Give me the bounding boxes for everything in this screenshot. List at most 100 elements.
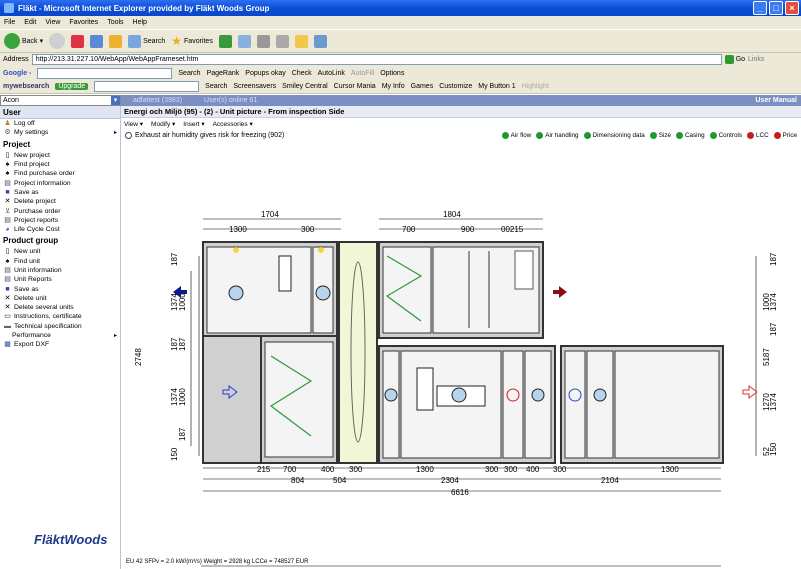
floppy-icon: ■ [5,285,10,293]
mail-button[interactable] [237,34,251,48]
menu-bar: File Edit View Favorites Tools Help [0,16,801,29]
sidebar-item-delete-unit[interactable]: ✕ Delete unit [0,294,120,303]
sidebar-header-user: User [0,106,120,119]
upgrade-button[interactable]: Upgrade [55,83,89,90]
window-titlebar: Fläkt - Microsoft Internet Explorer prov… [0,0,801,16]
google-search-input[interactable] [37,67,173,79]
submenu-arrow-icon: ▸ [113,130,117,137]
go-button[interactable]: Go [724,55,745,64]
address-label: Address [3,56,29,63]
report-icon: ▤ [4,276,11,284]
sidebar-item-new-project[interactable]: ▯ New project [0,151,120,160]
ws-customize[interactable]: Customize [439,83,472,90]
company-select[interactable]: Acon [0,95,121,106]
ws-games[interactable]: Games [411,83,434,90]
sidebar-item-project-reports[interactable]: ▤ Project reports [0,216,120,225]
ws-my-button[interactable]: My Button 1 [478,83,515,90]
autofill-button[interactable]: AutoFill [351,70,374,77]
menu-edit[interactable]: Edit [24,19,36,26]
sidebar-item-purchase-order[interactable]: ⊻ Purchase order [0,206,120,215]
printer-icon: ▬ [4,322,11,330]
messenger-button[interactable] [313,34,327,48]
dim-bottom-10: 1300 [661,465,679,474]
back-button[interactable]: Back ▾ [4,33,43,49]
ws-search[interactable]: Search [205,83,227,90]
extract-arrow-icon [553,286,567,298]
address-input[interactable]: http://213.31.227.10/WebApp/WebAppFrames… [31,54,722,65]
settings-icon: ⚙ [4,129,11,137]
sidebar-item-project-information[interactable]: ▤ Project information [0,178,120,187]
dim-bottom-8: 400 [526,465,540,474]
dim-bottom-total: 6616 [451,488,469,497]
search-button[interactable]: Search [128,34,165,48]
options-button[interactable]: Options [380,70,404,77]
google-toolbar: Google - Search PageRank Popups okay Che… [0,66,801,80]
ws-smiley-central[interactable]: Smiley Central [282,83,328,90]
sidebar-item-performance[interactable]: Performance ▸ [0,331,120,340]
unit-summary: EU 42 SFPv = 2.0 kW/(m³/s) Weight = 2928… [126,559,309,565]
menu-view[interactable]: View [45,19,60,26]
pagerank-label: PageRank [206,69,240,77]
minimize-button[interactable]: _ [753,1,767,15]
sidebar-item-delete-project[interactable]: ✕ Delete project [0,197,120,206]
sidebar-item-instructions[interactable]: ▭ Instructions, certificate [0,312,120,321]
sidebar-item-export-dxf[interactable]: ▦ Export DXF [0,340,120,349]
delete-x-icon: ✕ [4,294,11,302]
sidebar-item-technical-specification[interactable]: ▬ Technical specification [0,322,120,331]
websearch-input[interactable] [94,81,200,92]
print-button[interactable] [256,34,270,48]
menu-tools[interactable]: Tools [107,19,123,26]
dim-right-7: 1374 [769,393,778,411]
sidebar-item-new-unit[interactable]: ▯ New unit [0,247,120,256]
ws-screensavers[interactable]: Screensavers [233,83,276,90]
sidebar-item-find-unit[interactable]: ♠ Find unit [0,257,120,266]
sidebar-item-find-project[interactable]: ♠ Find project [0,160,120,169]
maximize-button[interactable]: □ [769,1,783,15]
ws-cursor-mania[interactable]: Cursor Mania [334,83,376,90]
menu-file[interactable]: File [4,19,15,26]
lcc-icon: ◕ [5,226,10,234]
sidebar-item-delete-several-units[interactable]: ✕ Delete several units [0,303,120,312]
main-panel: Energi och Miljö (95) - (2) - Unit pictu… [121,106,801,569]
dim-bottom-9: 300 [553,465,567,474]
unit-drawing[interactable]: 1704 1804 1300 300 700 900 00215 215 700… [121,106,801,569]
sidebar-item-find-purchase-order[interactable]: ♠ Find purchase order [0,169,120,178]
dim-bottom-lower-1: 804 [291,476,305,485]
window-title: Fläkt - Microsoft Internet Explorer prov… [18,3,270,13]
dim-top-4: 900 [461,225,475,234]
sidebar-item-save-as[interactable]: ■ Save as [0,188,120,197]
dim-bottom-6: 300 [485,465,499,474]
user-manual-link[interactable]: User Manual [755,97,797,104]
menu-favorites[interactable]: Favorites [69,19,98,26]
sidebar-item-unit-information[interactable]: ▤ Unit information [0,266,120,275]
address-bar: Address http://213.31.227.10/WebApp/WebA… [0,53,801,66]
history-button[interactable] [218,34,232,48]
menu-help[interactable]: Help [133,19,147,26]
ws-my-info[interactable]: My Info [382,83,405,90]
cart-icon: ⊻ [4,207,11,215]
autolink-button[interactable]: AutoLink [318,70,345,77]
check-button[interactable]: Check [292,70,312,77]
sidebar-item-unit-save-as[interactable]: ■ Save as [0,284,120,293]
stop-button[interactable] [71,34,85,48]
refresh-button[interactable] [90,34,104,48]
links-label[interactable]: Links [748,56,764,63]
sidebar-item-log-off[interactable]: ♟ Log off [0,119,120,128]
folder-button[interactable] [294,34,308,48]
sidebar-item-unit-reports[interactable]: ▤ Unit Reports [0,275,120,284]
forward-button[interactable] [49,33,66,49]
google-search-button[interactable]: Search [178,70,200,77]
dim-bottom-lower-3: 2304 [441,476,459,485]
favorites-button[interactable]: ★ Favorites [171,34,213,48]
dim-left-5: 187 [178,337,187,351]
submenu-arrow-icon: ▸ [113,333,117,340]
new-document-icon: ▯ [5,248,10,256]
home-button[interactable] [109,34,123,48]
close-button[interactable]: × [785,1,799,15]
ws-highlight[interactable]: Highlight [522,83,549,90]
users-online: User(s) online 61 [204,97,258,104]
popups-button[interactable]: Popups okay [245,70,285,77]
sidebar-item-my-settings[interactable]: ⚙ My settings ▸ [0,128,120,137]
sidebar-item-life-cycle-cost[interactable]: ◕ Life Cycle Cost [0,225,120,234]
edit-button[interactable] [275,34,289,48]
